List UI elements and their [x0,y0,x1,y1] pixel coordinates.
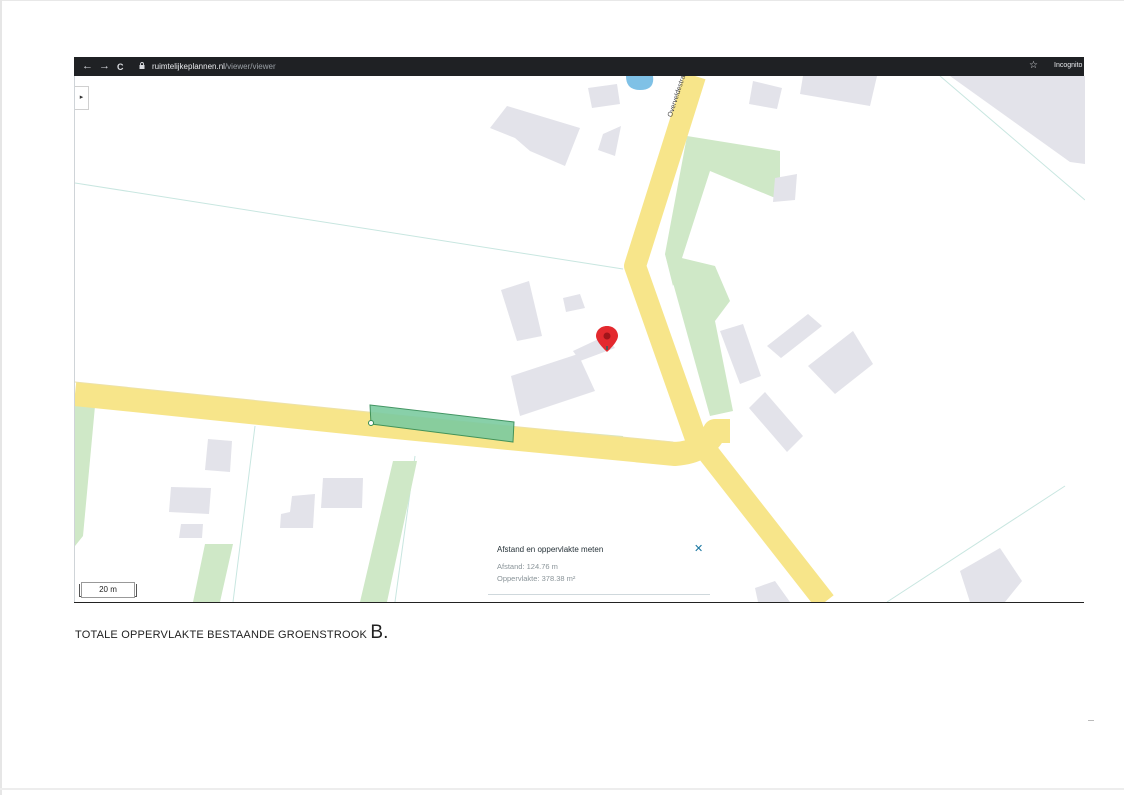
building [800,76,877,106]
measure-panel-title: Afstand en oppervlakte meten [497,545,604,554]
forward-arrow-icon[interactable]: → [99,60,110,72]
measure-panel: Afstand en oppervlakte meten ✕ Afstand: … [488,536,710,595]
close-icon[interactable]: ✕ [694,542,703,555]
water-body [626,76,654,90]
buildings [169,76,1085,602]
map-viewer[interactable]: ▸ Overveldestraat 20 m Afstand en opperv… [74,76,1085,602]
url-host: ruimtelijkeplannen.nl [152,62,225,71]
caption-text: TOTALE OPPERVLAKTE BESTAANDE GROENSTROOK [75,629,368,641]
building [773,174,797,202]
scan-edge-left [0,0,2,795]
building [588,84,620,108]
building [950,76,1085,164]
building [501,281,542,341]
measure-distance: Afstand: 124.76 m [497,562,558,571]
address-bar[interactable]: ruimtelijkeplannen.nl/viewer/viewer [152,62,276,71]
caption: TOTALE OPPERVLAKTE BESTAANDE GROENSTROOK… [75,622,389,644]
green-area [75,404,95,546]
parcel-lines [75,76,1085,602]
sidebar-toggle-button[interactable]: ▸ [75,86,89,110]
green-area [360,461,417,602]
margin-mark [1088,720,1094,721]
building [720,324,761,384]
star-icon[interactable]: ☆ [1029,60,1038,71]
building [808,331,873,394]
reload-icon[interactable]: C [117,61,124,73]
building [767,314,822,358]
parcel-line [75,182,624,270]
lock-icon [139,62,145,69]
building [960,548,1022,602]
building [755,581,790,602]
building [179,524,203,538]
scan-edge-top [0,0,1124,1]
building [205,439,232,472]
building [563,294,585,312]
map-border [74,602,1084,603]
browser-toolbar: ← → C ruimtelijkeplannen.nl/viewer/viewe… [74,57,1084,76]
building [490,106,580,166]
caption-letter: B. [370,622,389,643]
building [169,487,211,514]
scale-label: 20 m [81,582,135,598]
url-path: /viewer/viewer [224,62,276,71]
parcel-line [232,425,256,602]
building [749,392,803,452]
building [749,81,782,109]
building [598,126,621,156]
back-arrow-icon[interactable]: ← [82,60,93,72]
green-area [193,544,233,602]
scan-edge-bottom [0,788,1124,790]
building [511,354,595,416]
building [280,494,315,528]
measure-area: Oppervlakte: 378.38 m² [497,574,576,583]
building [321,478,363,508]
map-canvas[interactable] [75,76,1085,602]
incognito-label[interactable]: Incognito [1054,62,1082,69]
vertex-handle [368,420,374,426]
